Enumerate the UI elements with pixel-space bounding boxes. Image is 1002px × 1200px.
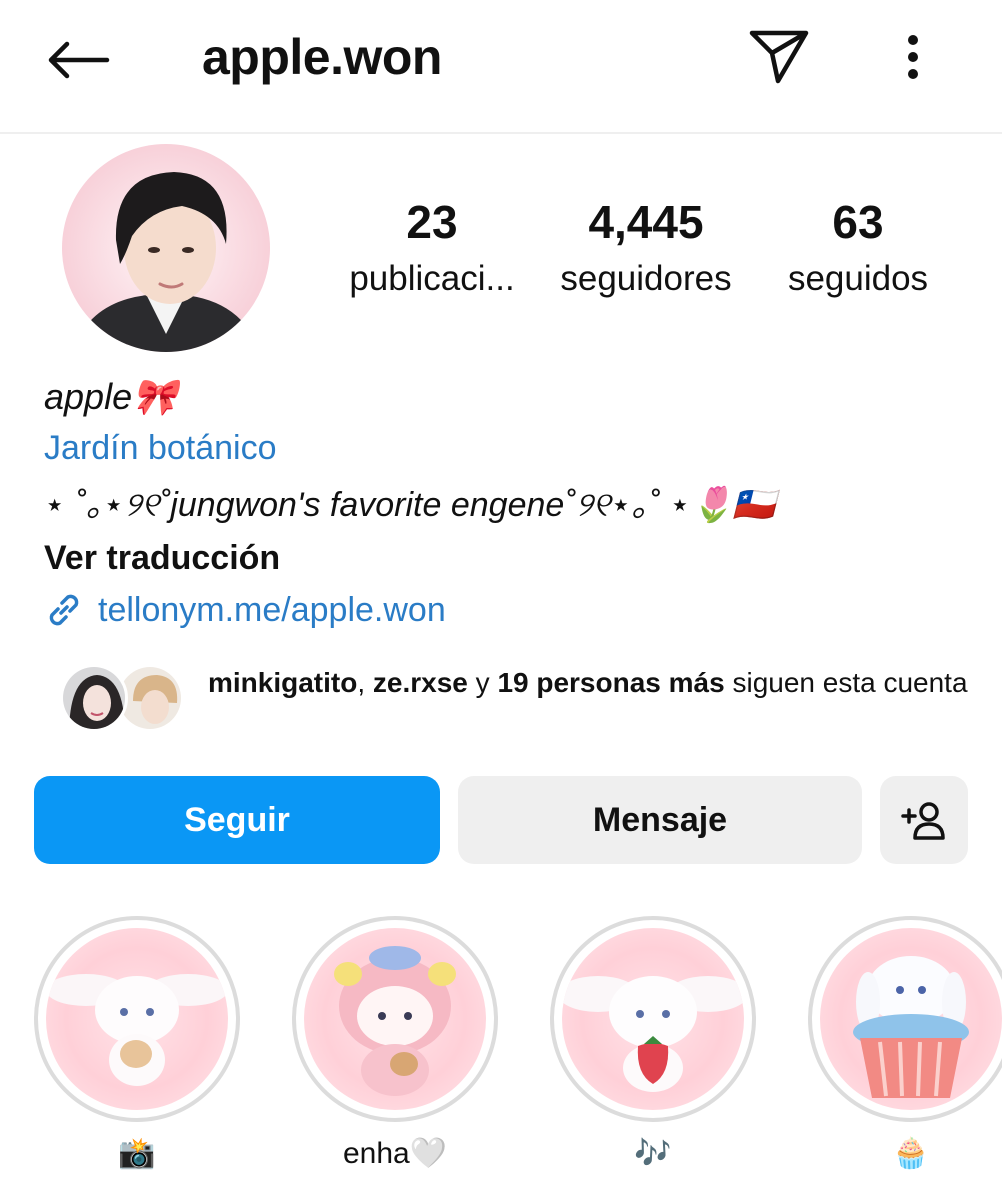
followed-by-row[interactable]: minkigatito, ze.rxse y 19 personas más s… <box>60 660 968 744</box>
story-highlight[interactable] <box>550 916 756 1122</box>
followed-by-others[interactable]: 19 personas más <box>497 667 724 698</box>
followed-by-suffix: siguen esta cuenta <box>724 667 968 698</box>
message-button-label: Mensaje <box>592 800 728 839</box>
highlight-label: 🎶 <box>634 1137 672 1170</box>
arrow-left-icon <box>48 41 110 79</box>
story-highlight[interactable] <box>34 916 240 1122</box>
posts-count-value: 23 <box>406 196 458 248</box>
link-icon <box>49 594 79 626</box>
follower-username[interactable]: ze.rxse <box>373 667 468 698</box>
follower-username[interactable]: minkigatito <box>208 667 357 698</box>
add-user-icon <box>901 802 945 840</box>
profile-category[interactable]: Jardín botánico <box>44 426 277 470</box>
followed-by-separator: , <box>357 667 373 698</box>
posts-count[interactable]: 23 publicaci... <box>340 194 524 308</box>
highlight-cover <box>46 928 228 1110</box>
paper-plane-icon <box>749 30 809 84</box>
highlight-cover <box>820 928 1002 1110</box>
highlight-label: enha🤍 <box>342 1137 448 1170</box>
followers-count-label: seguidores <box>560 259 732 298</box>
profile-bio: ⋆ ˚｡⋆୨୧˚jungwon's favorite engene˚୨୧⋆｡˚ … <box>44 486 776 524</box>
message-button[interactable]: Mensaje <box>458 776 862 864</box>
followed-by-connector: y <box>467 667 498 698</box>
profile-name: apple🎀 <box>44 376 177 417</box>
suggested-users-button[interactable] <box>880 776 968 864</box>
following-count-label: seguidos <box>787 259 929 298</box>
followers-count[interactable]: 4,445 seguidores <box>548 194 744 308</box>
profile-link[interactable]: tellonym.me/apple.won <box>44 588 446 632</box>
posts-count-label: publicaci... <box>349 259 515 298</box>
profile-link-text: tellonym.me/apple.won <box>98 591 446 629</box>
more-options-button[interactable] <box>888 26 938 88</box>
follower-avatar <box>60 664 128 732</box>
story-highlight[interactable] <box>808 916 1002 1122</box>
send-message-button[interactable] <box>744 26 814 88</box>
followers-count-value: 4,445 <box>588 196 704 248</box>
follow-button-label: Seguir <box>184 800 290 839</box>
back-button[interactable] <box>40 30 116 90</box>
story-highlight[interactable] <box>292 916 498 1122</box>
highlight-label: 🧁 <box>892 1137 930 1170</box>
highlight-label: 📸 <box>118 1137 156 1170</box>
following-count-value: 63 <box>832 196 884 248</box>
highlight-cover <box>562 928 744 1110</box>
top-app-bar: apple.won <box>0 0 1002 134</box>
profile-avatar[interactable] <box>62 144 270 352</box>
profile-username: apple.won <box>202 29 442 85</box>
following-count[interactable]: 63 seguidos <box>776 194 940 308</box>
more-vertical-icon <box>908 35 918 79</box>
followed-by-text: minkigatito, ze.rxse y 19 personas más s… <box>208 664 968 702</box>
see-translation-link[interactable]: Ver traducción <box>44 536 280 580</box>
highlight-cover <box>304 928 486 1110</box>
follow-button[interactable]: Seguir <box>34 776 440 864</box>
